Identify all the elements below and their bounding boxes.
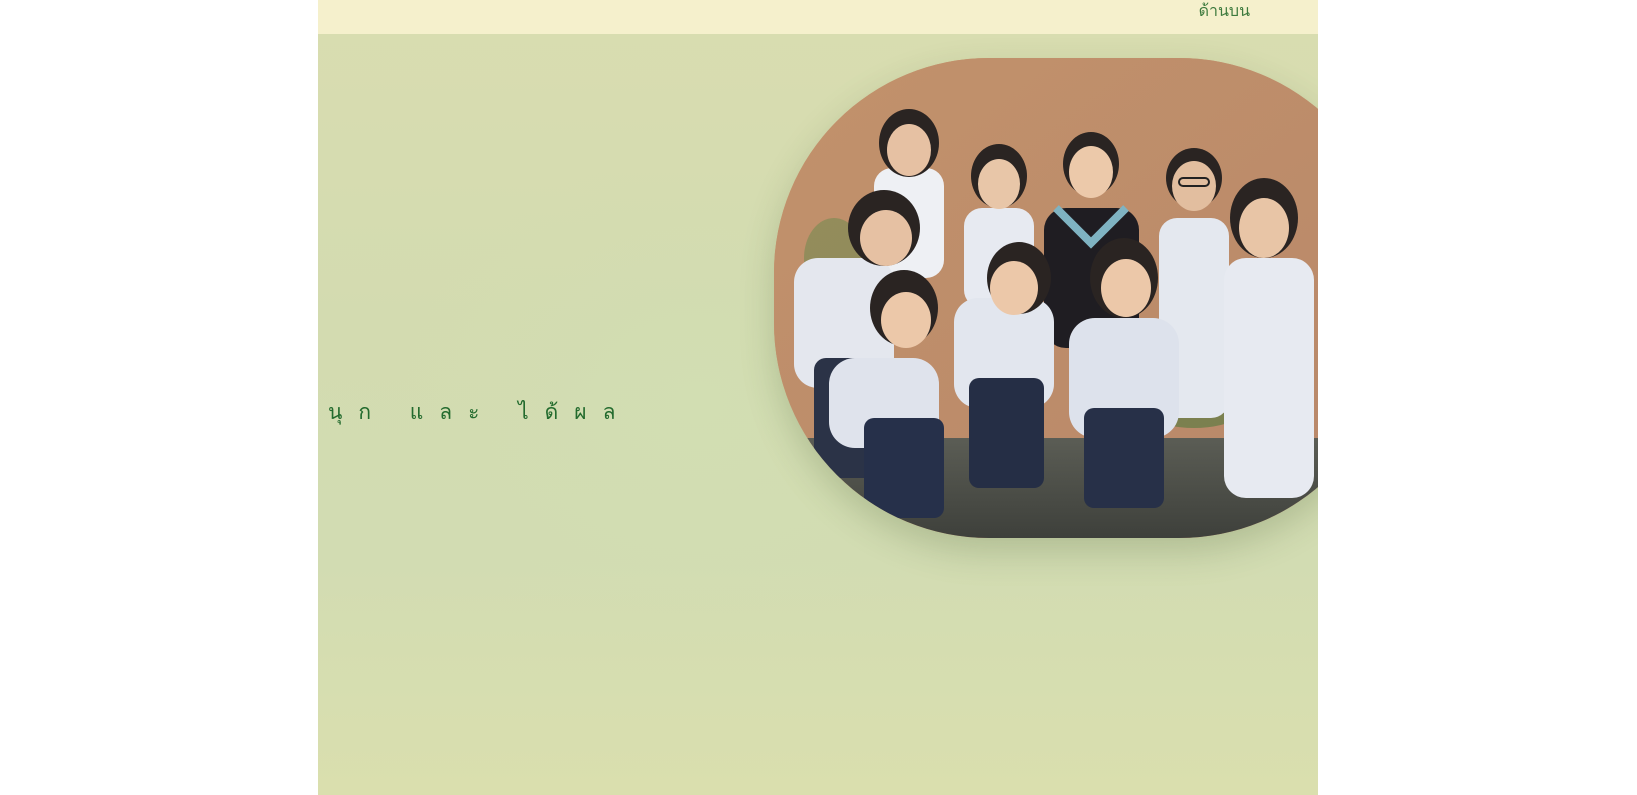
hero-photo: [774, 58, 1318, 538]
page-frame: ด้านบน นุก และ ได้ผล: [318, 0, 1318, 795]
students-photo-illustration: [774, 58, 1318, 538]
hero-section: นุก และ ได้ผล: [318, 34, 1318, 795]
back-to-top-link[interactable]: ด้านบน: [1199, 0, 1250, 22]
top-bar: ด้านบน: [318, 0, 1318, 34]
hero-tagline: นุก และ ได้ผล: [328, 400, 632, 424]
